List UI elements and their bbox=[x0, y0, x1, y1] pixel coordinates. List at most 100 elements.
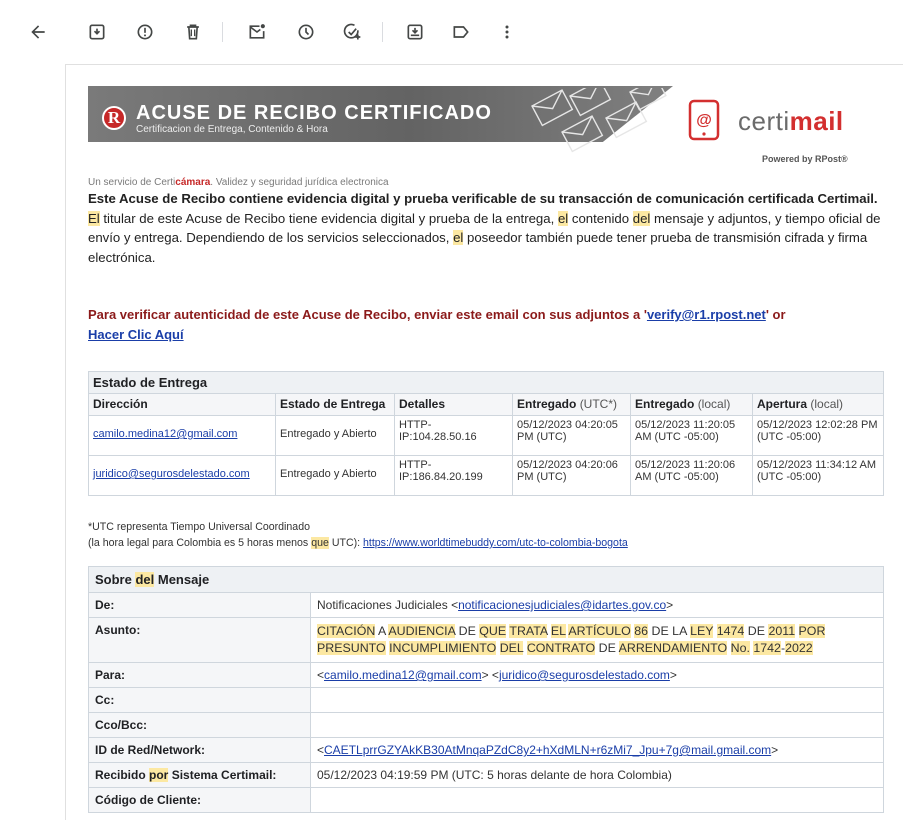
subject-word: 2022 bbox=[785, 641, 813, 655]
client-code-label: Código de Cliente: bbox=[88, 787, 311, 813]
subject-word: DE bbox=[455, 624, 480, 638]
svg-text:@: @ bbox=[696, 112, 712, 129]
received-label: Recibido por Sistema Certimail: bbox=[88, 762, 311, 788]
subject-word: ARRENDAMIENTO bbox=[618, 641, 728, 655]
banner-title: ACUSE DE RECIBO CERTIFICADO bbox=[136, 102, 492, 124]
delivery-details: HTTP-IP:104.28.50.16 bbox=[394, 415, 513, 456]
certificate-banner: R ACUSE DE RECIBO CERTIFICADO Certificac… bbox=[88, 86, 673, 188]
table-row: juridico@segurosdelestado.com Entregado … bbox=[88, 455, 884, 496]
delivered-utc: 05/12/2023 04:20:06 PM (UTC) bbox=[512, 455, 631, 496]
subject-word: LEY bbox=[690, 624, 714, 638]
delivery-status: Entregado y Abierto bbox=[275, 455, 395, 496]
network-id-label: ID de Red/Network: bbox=[88, 737, 311, 763]
subject-word: EL bbox=[550, 624, 566, 638]
subject-value: CITACIÓN A AUDIENCIA DE QUE TRATA EL ART… bbox=[310, 617, 884, 663]
report-spam-icon[interactable] bbox=[133, 20, 157, 44]
subject-word: No. bbox=[730, 641, 750, 655]
utc-note: *UTC representa Tiempo Universal Coordin… bbox=[88, 519, 888, 551]
bcc-value bbox=[310, 712, 884, 738]
from-value: Notificaciones Judiciales <notificacione… bbox=[310, 592, 884, 618]
subject-word: DE bbox=[595, 641, 619, 655]
powered-by: Powered by RPost® bbox=[762, 154, 848, 164]
message-table-title: Sobre del Mensaje bbox=[88, 566, 884, 593]
col-estado: Estado de Entrega bbox=[275, 393, 395, 416]
table-row: De: Notificaciones Judiciales <notificac… bbox=[88, 592, 884, 618]
verify-notice: Para verificar autenticidad de este Acus… bbox=[88, 307, 786, 342]
col-apertura: Apertura (local) bbox=[752, 393, 884, 416]
service-line: Un servicio de Certicámara. Validez y se… bbox=[88, 177, 389, 188]
delivery-table-title: Estado de Entrega bbox=[88, 371, 884, 394]
client-code-value bbox=[310, 787, 884, 813]
to-label: Para: bbox=[88, 662, 311, 688]
worldtimebuddy-link[interactable]: https://www.worldtimebuddy.com/utc-to-co… bbox=[363, 537, 628, 549]
to-email-link[interactable]: camilo.medina12@gmail.com bbox=[324, 668, 482, 682]
intro-paragraph: El titular de este Acuse de Recibo tiene… bbox=[88, 210, 881, 265]
utc-note-line2: (la hora legal para Colombia es 5 horas … bbox=[88, 537, 628, 549]
verify-email-link[interactable]: verify@r1.rpost.net bbox=[647, 307, 766, 322]
received-value: 05/12/2023 04:19:59 PM (UTC: 5 horas del… bbox=[310, 762, 884, 788]
rpost-logo-icon: R bbox=[102, 106, 126, 130]
table-row: ID de Red/Network: <CAETLprrGZYAkKB30AtM… bbox=[88, 737, 884, 763]
archive-icon[interactable] bbox=[85, 20, 109, 44]
intro-text: Este Acuse de Recibo contiene evidencia … bbox=[88, 189, 888, 267]
add-task-icon[interactable] bbox=[340, 20, 364, 44]
delivery-table-header: Dirección Estado de Entrega Detalles Ent… bbox=[88, 393, 884, 416]
delivery-details: HTTP-IP:186.84.20.199 bbox=[394, 455, 513, 496]
delivered-local: 05/12/2023 11:20:05 AM (UTC -05:00) bbox=[630, 415, 753, 456]
subject-word: DE bbox=[744, 624, 769, 638]
click-here-link[interactable]: Hacer Clic Aquí bbox=[88, 327, 184, 342]
col-entregado-utc: Entregado (UTC*) bbox=[512, 393, 631, 416]
certimail-logo: @ certimail Powered by RPost® bbox=[688, 95, 888, 164]
recipient-email-link[interactable]: camilo.medina12@gmail.com bbox=[93, 428, 237, 440]
table-row: Recibido por Sistema Certimail: 05/12/20… bbox=[88, 762, 884, 788]
sender-email-link[interactable]: notificacionesjudiciales@idartes.gov.co bbox=[458, 598, 666, 612]
subject-word: PRESUNTO bbox=[317, 641, 386, 655]
table-row: Cc: bbox=[88, 687, 884, 713]
subject-word: CITACIÓN bbox=[317, 624, 376, 638]
delivered-utc: 05/12/2023 04:20:05 PM (UTC) bbox=[512, 415, 631, 456]
delete-icon[interactable] bbox=[181, 20, 205, 44]
toolbar-divider bbox=[382, 22, 383, 42]
table-row: Asunto: CITACIÓN A AUDIENCIA DE QUE TRAT… bbox=[88, 617, 884, 663]
certimail-wordmark: certimail bbox=[738, 106, 844, 136]
col-entregado-local: Entregado (local) bbox=[630, 393, 753, 416]
message-id-link[interactable]: CAETLprrGZYAkKB30AtMnqaPZdC8y2+hXdMLN+r6… bbox=[324, 743, 771, 757]
delivery-status-table: Estado de Entrega Dirección Estado de En… bbox=[88, 371, 884, 496]
col-detalles: Detalles bbox=[394, 393, 513, 416]
opened-local: 05/12/2023 11:34:12 AM (UTC -05:00) bbox=[752, 455, 884, 496]
cc-value bbox=[310, 687, 884, 713]
table-row: Para: <camilo.medina12@gmail.com> <jurid… bbox=[88, 662, 884, 688]
email-body: R ACUSE DE RECIBO CERTIFICADO Certificac… bbox=[65, 64, 903, 820]
utc-note-line1: *UTC representa Tiempo Universal Coordin… bbox=[88, 521, 310, 533]
to-email-link[interactable]: juridico@segurosdelestado.com bbox=[499, 668, 670, 682]
subject-word: 86 bbox=[634, 624, 649, 638]
subject-word: DEL bbox=[499, 641, 524, 655]
subject-word: QUE bbox=[479, 624, 507, 638]
subject-word: CONTRATO bbox=[526, 641, 596, 655]
subject-word: TRATA bbox=[509, 624, 548, 638]
subject-word: ARTÍCULO bbox=[568, 624, 631, 638]
table-row: Código de Cliente: bbox=[88, 787, 884, 813]
subject-word: POR bbox=[798, 624, 826, 638]
to-value: <camilo.medina12@gmail.com> <juridico@se… bbox=[310, 662, 884, 688]
label-icon[interactable] bbox=[449, 20, 473, 44]
from-label: De: bbox=[88, 592, 311, 618]
arrow-left-icon[interactable] bbox=[26, 20, 50, 44]
banner-subtitle: Certificacion de Entrega, Contenido & Ho… bbox=[136, 124, 328, 135]
move-to-icon[interactable] bbox=[403, 20, 427, 44]
subject-word: A bbox=[375, 624, 389, 638]
subject-label: Asunto: bbox=[88, 617, 311, 663]
message-info-table: Sobre del Mensaje De: Notificaciones Jud… bbox=[88, 566, 884, 813]
bcc-label: Cco/Bcc: bbox=[88, 712, 311, 738]
col-direccion: Dirección bbox=[88, 393, 276, 416]
cc-label: Cc: bbox=[88, 687, 311, 713]
snooze-icon[interactable] bbox=[294, 20, 318, 44]
table-row: Cco/Bcc: bbox=[88, 712, 884, 738]
mark-unread-icon[interactable] bbox=[245, 20, 269, 44]
toolbar-divider bbox=[222, 22, 223, 42]
recipient-email-link[interactable]: juridico@segurosdelestado.com bbox=[93, 468, 250, 480]
envelopes-icon bbox=[531, 88, 667, 153]
network-id-value: <CAETLprrGZYAkKB30AtMnqaPZdC8y2+hXdMLN+r… bbox=[310, 737, 884, 763]
delivered-local: 05/12/2023 11:20:06 AM (UTC -05:00) bbox=[630, 455, 753, 496]
more-vert-icon[interactable] bbox=[495, 20, 519, 44]
